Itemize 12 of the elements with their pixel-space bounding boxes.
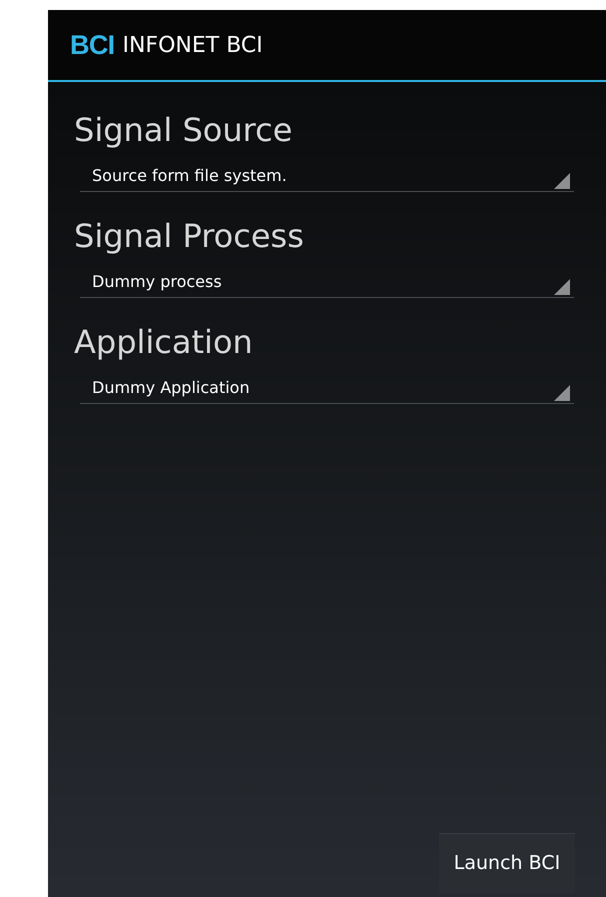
- dropdown-corner-icon: [554, 173, 570, 189]
- section-heading: Signal Process: [74, 216, 305, 256]
- section-heading: Signal Source: [74, 110, 294, 150]
- launch-button[interactable]: Launch BCI: [439, 833, 575, 893]
- dropdown-corner-icon: [554, 279, 570, 295]
- app-logo: BCI: [70, 28, 114, 62]
- app-title: INFONET BCI: [122, 32, 263, 60]
- dropdown[interactable]: Dummy process: [80, 266, 574, 298]
- dropdown-corner-icon: [554, 385, 570, 401]
- dropdown[interactable]: Source form file system.: [80, 160, 574, 192]
- section-heading: Application: [74, 322, 254, 362]
- dropdown[interactable]: Dummy Application: [80, 372, 574, 404]
